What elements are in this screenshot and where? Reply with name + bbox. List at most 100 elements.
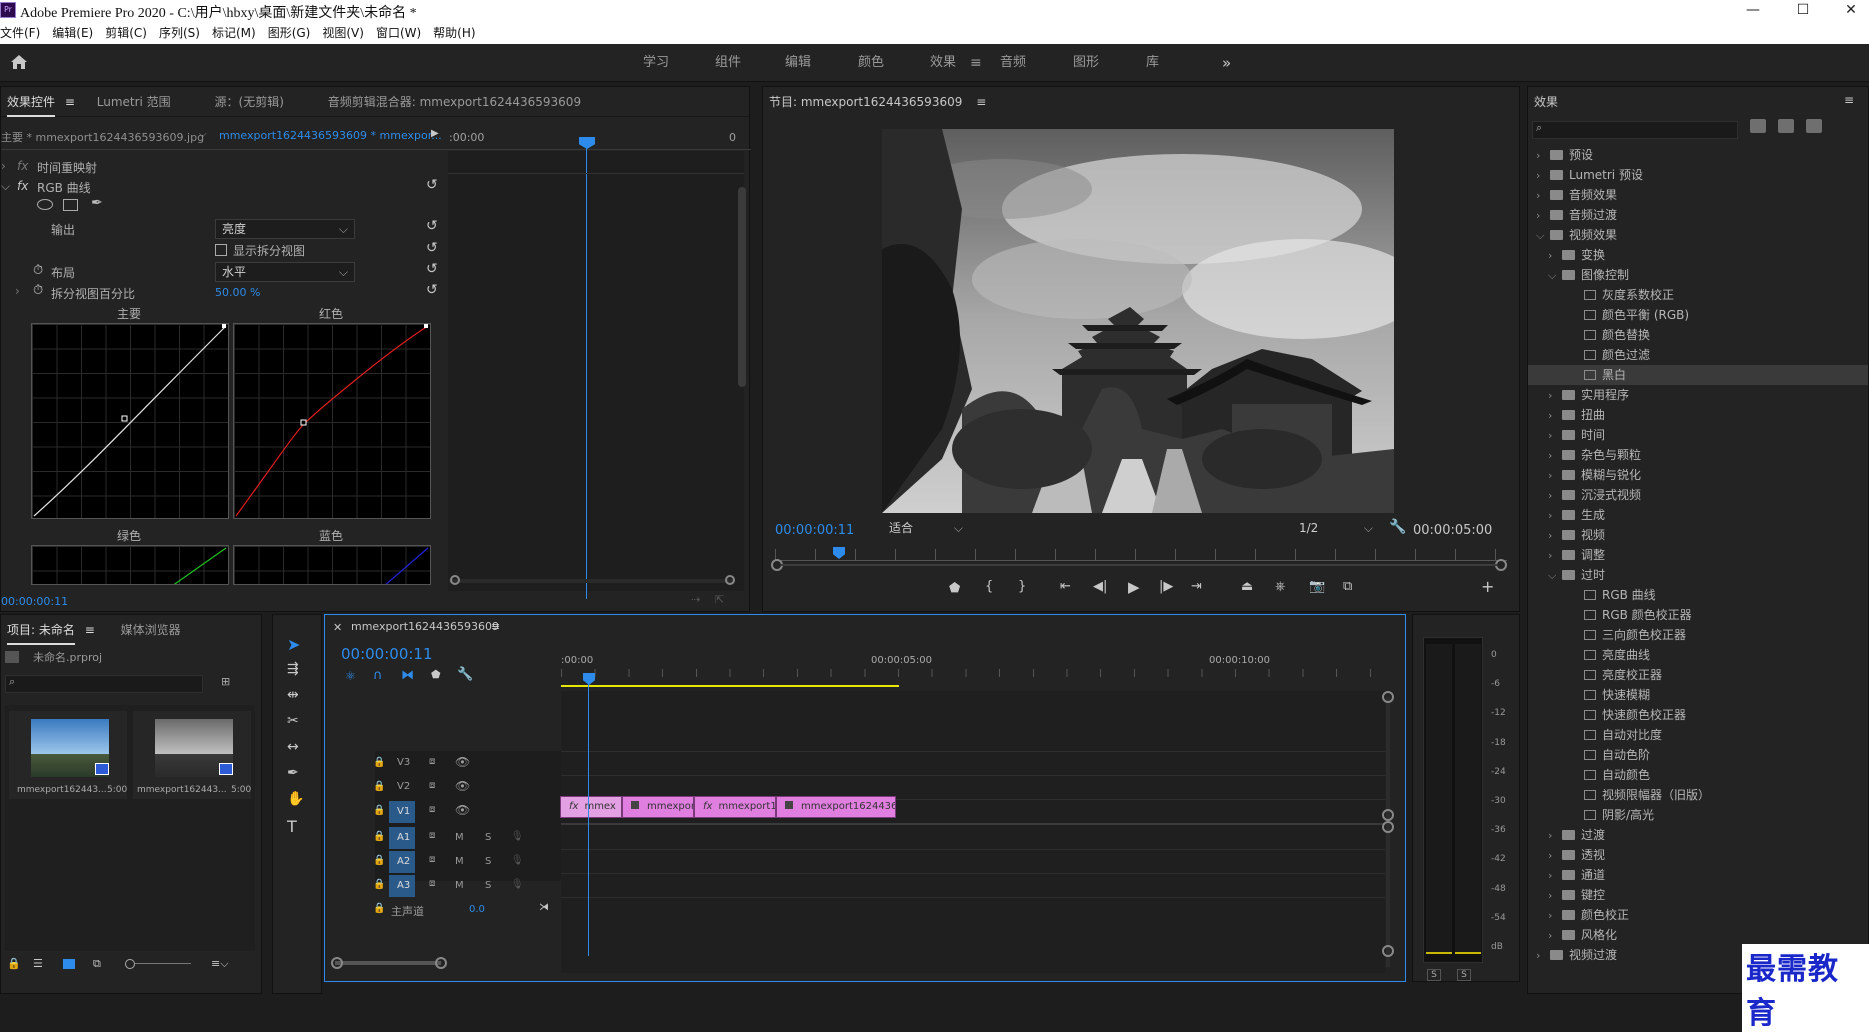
close-button[interactable]: ✕ — [1828, 0, 1869, 22]
workspace-tab-assembly[interactable]: 组件 — [715, 44, 741, 82]
timeline-ruler[interactable] — [561, 669, 1385, 677]
microphone-icon[interactable]: 🎙 — [511, 855, 524, 866]
play-icon[interactable]: ▶ — [1128, 578, 1140, 596]
sync-lock-icon[interactable]: ⧈ — [429, 854, 435, 865]
type-tool-icon[interactable]: T — [287, 817, 297, 836]
mute-button[interactable]: M — [455, 832, 464, 843]
fit-dropdown[interactable]: 适合 ⌵ — [883, 519, 967, 539]
project-item[interactable]: mmexport162443... 5:00 — [133, 711, 251, 799]
freeform-view-icon[interactable]: ⧉ — [93, 957, 101, 971]
master-volume-value[interactable]: 0.0 — [469, 904, 485, 915]
effects-search-input[interactable] — [1532, 121, 1738, 139]
mark-out-icon[interactable]: } — [1018, 579, 1026, 594]
track-select-tool-icon[interactable]: ⇶ — [287, 661, 299, 677]
yuv-effects-icon[interactable] — [1806, 119, 1822, 133]
ec-vertical-scrollbar[interactable] — [738, 187, 746, 387]
export-icon[interactable]: ⇱ — [715, 593, 724, 606]
menu-clip[interactable]: 剪辑(C) — [99, 22, 153, 44]
solo-right-button[interactable]: S — [1457, 969, 1471, 981]
comparison-view-icon[interactable]: ⧉ — [1343, 579, 1352, 594]
add-button-icon[interactable]: + — [1481, 577, 1494, 596]
menu-sequence[interactable]: 序列(S) — [153, 22, 206, 44]
stopwatch-icon[interactable]: ⏱ — [33, 263, 43, 278]
accelerated-effects-icon[interactable] — [1750, 119, 1766, 133]
chevron-down-icon[interactable]: ⌵ — [1548, 566, 1562, 586]
tab-project[interactable]: 项目: 未命名 — [7, 623, 75, 645]
workspace-tab-audio[interactable]: 音频 — [1000, 44, 1026, 82]
linked-selection-icon[interactable]: ⧓ — [401, 668, 414, 683]
chevron-right-icon[interactable]: › — [1536, 946, 1550, 966]
sync-lock-icon[interactable]: ⧈ — [429, 804, 435, 815]
effects-tree-folder[interactable]: › 杂色与颗粒 — [1528, 445, 1868, 465]
tab-media-browser[interactable]: 媒体浏览器 — [121, 623, 181, 637]
timeline-clip[interactable]: mmexport16244365 9 — [776, 796, 896, 818]
program-time-ruler[interactable] — [775, 549, 1507, 561]
scroll-handle-mid2[interactable] — [1382, 821, 1394, 833]
solo-button[interactable]: S — [485, 832, 491, 843]
close-tab-icon[interactable]: ✕ — [333, 621, 342, 634]
add-marker-icon[interactable]: ⬟ — [949, 581, 960, 596]
rgb-curves-label[interactable]: RGB 曲线 — [37, 179, 91, 196]
reset-icon[interactable]: ↺ — [426, 261, 438, 277]
effects-tree-item[interactable]: 自动对比度 — [1528, 725, 1868, 745]
hand-tool-icon[interactable]: ✋ — [287, 791, 304, 807]
lock-icon[interactable]: 🔒 — [373, 903, 385, 914]
chevron-right-icon[interactable]: › — [1548, 926, 1562, 946]
lock-icon[interactable]: 🔒 — [373, 781, 385, 792]
icon-view-icon[interactable] — [63, 959, 75, 969]
output-dropdown[interactable]: 亮度 ⌵ — [215, 219, 355, 239]
chevron-right-icon[interactable]: › — [1548, 846, 1562, 866]
chevron-right-icon[interactable]: › — [1548, 446, 1562, 466]
slip-tool-icon[interactable]: ↔ — [287, 739, 299, 755]
layout-dropdown[interactable]: 水平 ⌵ — [215, 262, 355, 282]
effects-tree-item[interactable]: 快速模糊 — [1528, 685, 1868, 705]
reset-icon[interactable]: ↺ — [426, 240, 438, 256]
snap-icon[interactable]: ∩ — [373, 668, 383, 683]
track-label-a1[interactable]: A1 — [397, 832, 410, 843]
fx-toggle-icon[interactable]: fx — [17, 179, 28, 193]
chevron-right-icon[interactable]: › — [1536, 206, 1550, 226]
workspace-tab-learn[interactable]: 学习 — [643, 44, 669, 82]
reset-icon[interactable]: ↺ — [426, 282, 438, 298]
panel-menu-icon[interactable]: ≡ — [976, 95, 986, 109]
track-label-a3[interactable]: A3 — [397, 880, 410, 891]
workspace-tab-color[interactable]: 颜色 — [858, 44, 884, 82]
master-curve-graph[interactable] — [31, 323, 229, 519]
lock-icon[interactable]: 🔒 — [7, 957, 21, 970]
panel-menu-icon[interactable]: ≡ — [85, 623, 95, 637]
effects-tree-folder[interactable]: ⌵ 视频效果 — [1528, 225, 1868, 245]
chevron-right-icon[interactable]: › — [1536, 186, 1550, 206]
effects-tree-folder[interactable]: › 扭曲 — [1528, 405, 1868, 425]
chevron-right-icon[interactable]: › — [1548, 826, 1562, 846]
chevron-down-icon[interactable]: ⌵ — [199, 129, 207, 140]
chevron-right-icon[interactable]: › — [1536, 166, 1550, 186]
menu-view[interactable]: 视图(V) — [316, 22, 370, 44]
tab-source[interactable]: 源：(无剪辑) — [215, 95, 284, 109]
solo-button[interactable]: S — [485, 880, 491, 891]
timeline-horizontal-scrollbar[interactable] — [335, 961, 441, 965]
project-item[interactable]: mmexport162443... 5:00 — [9, 711, 127, 799]
razor-tool-icon[interactable]: ✂ — [287, 713, 299, 729]
tab-audio-clip-mixer[interactable]: 音频剪辑混合器: mmexport1624436593609 — [328, 95, 581, 109]
workspace-tab-libraries[interactable]: 库 — [1146, 44, 1159, 82]
effects-tree-item[interactable]: 颜色替换 — [1528, 325, 1868, 345]
chevron-right-icon[interactable]: › — [1548, 546, 1562, 566]
effects-tree-folder[interactable]: › 生成 — [1528, 505, 1868, 525]
expand-arrow-icon[interactable]: › — [1, 159, 6, 173]
effects-tree-item[interactable]: RGB 曲线 — [1528, 585, 1868, 605]
effects-tree-item[interactable]: RGB 颜色校正器 — [1528, 605, 1868, 625]
effects-tree-folder[interactable]: › 过渡 — [1528, 825, 1868, 845]
timeline-clip[interactable]: fxmmexport16 — [694, 796, 776, 818]
extract-icon[interactable]: ⎈ — [1275, 579, 1285, 594]
program-title[interactable]: 节目: mmexport1624436593609 — [769, 95, 962, 109]
track-area[interactable] — [561, 691, 1385, 973]
scroll-handle-left[interactable] — [331, 957, 343, 969]
effects-title[interactable]: 效果 — [1534, 95, 1558, 109]
tab-effect-controls[interactable]: 效果控件 — [7, 95, 56, 117]
mark-in-icon[interactable]: { — [985, 579, 993, 594]
ec-timeline-area[interactable] — [448, 151, 744, 591]
pen-tool-icon[interactable]: ✒ — [287, 765, 299, 781]
solo-left-button[interactable]: S — [1427, 969, 1441, 981]
effects-tree-item[interactable]: 自动颜色 — [1528, 765, 1868, 785]
effects-tree-folder[interactable]: › 时间 — [1528, 425, 1868, 445]
